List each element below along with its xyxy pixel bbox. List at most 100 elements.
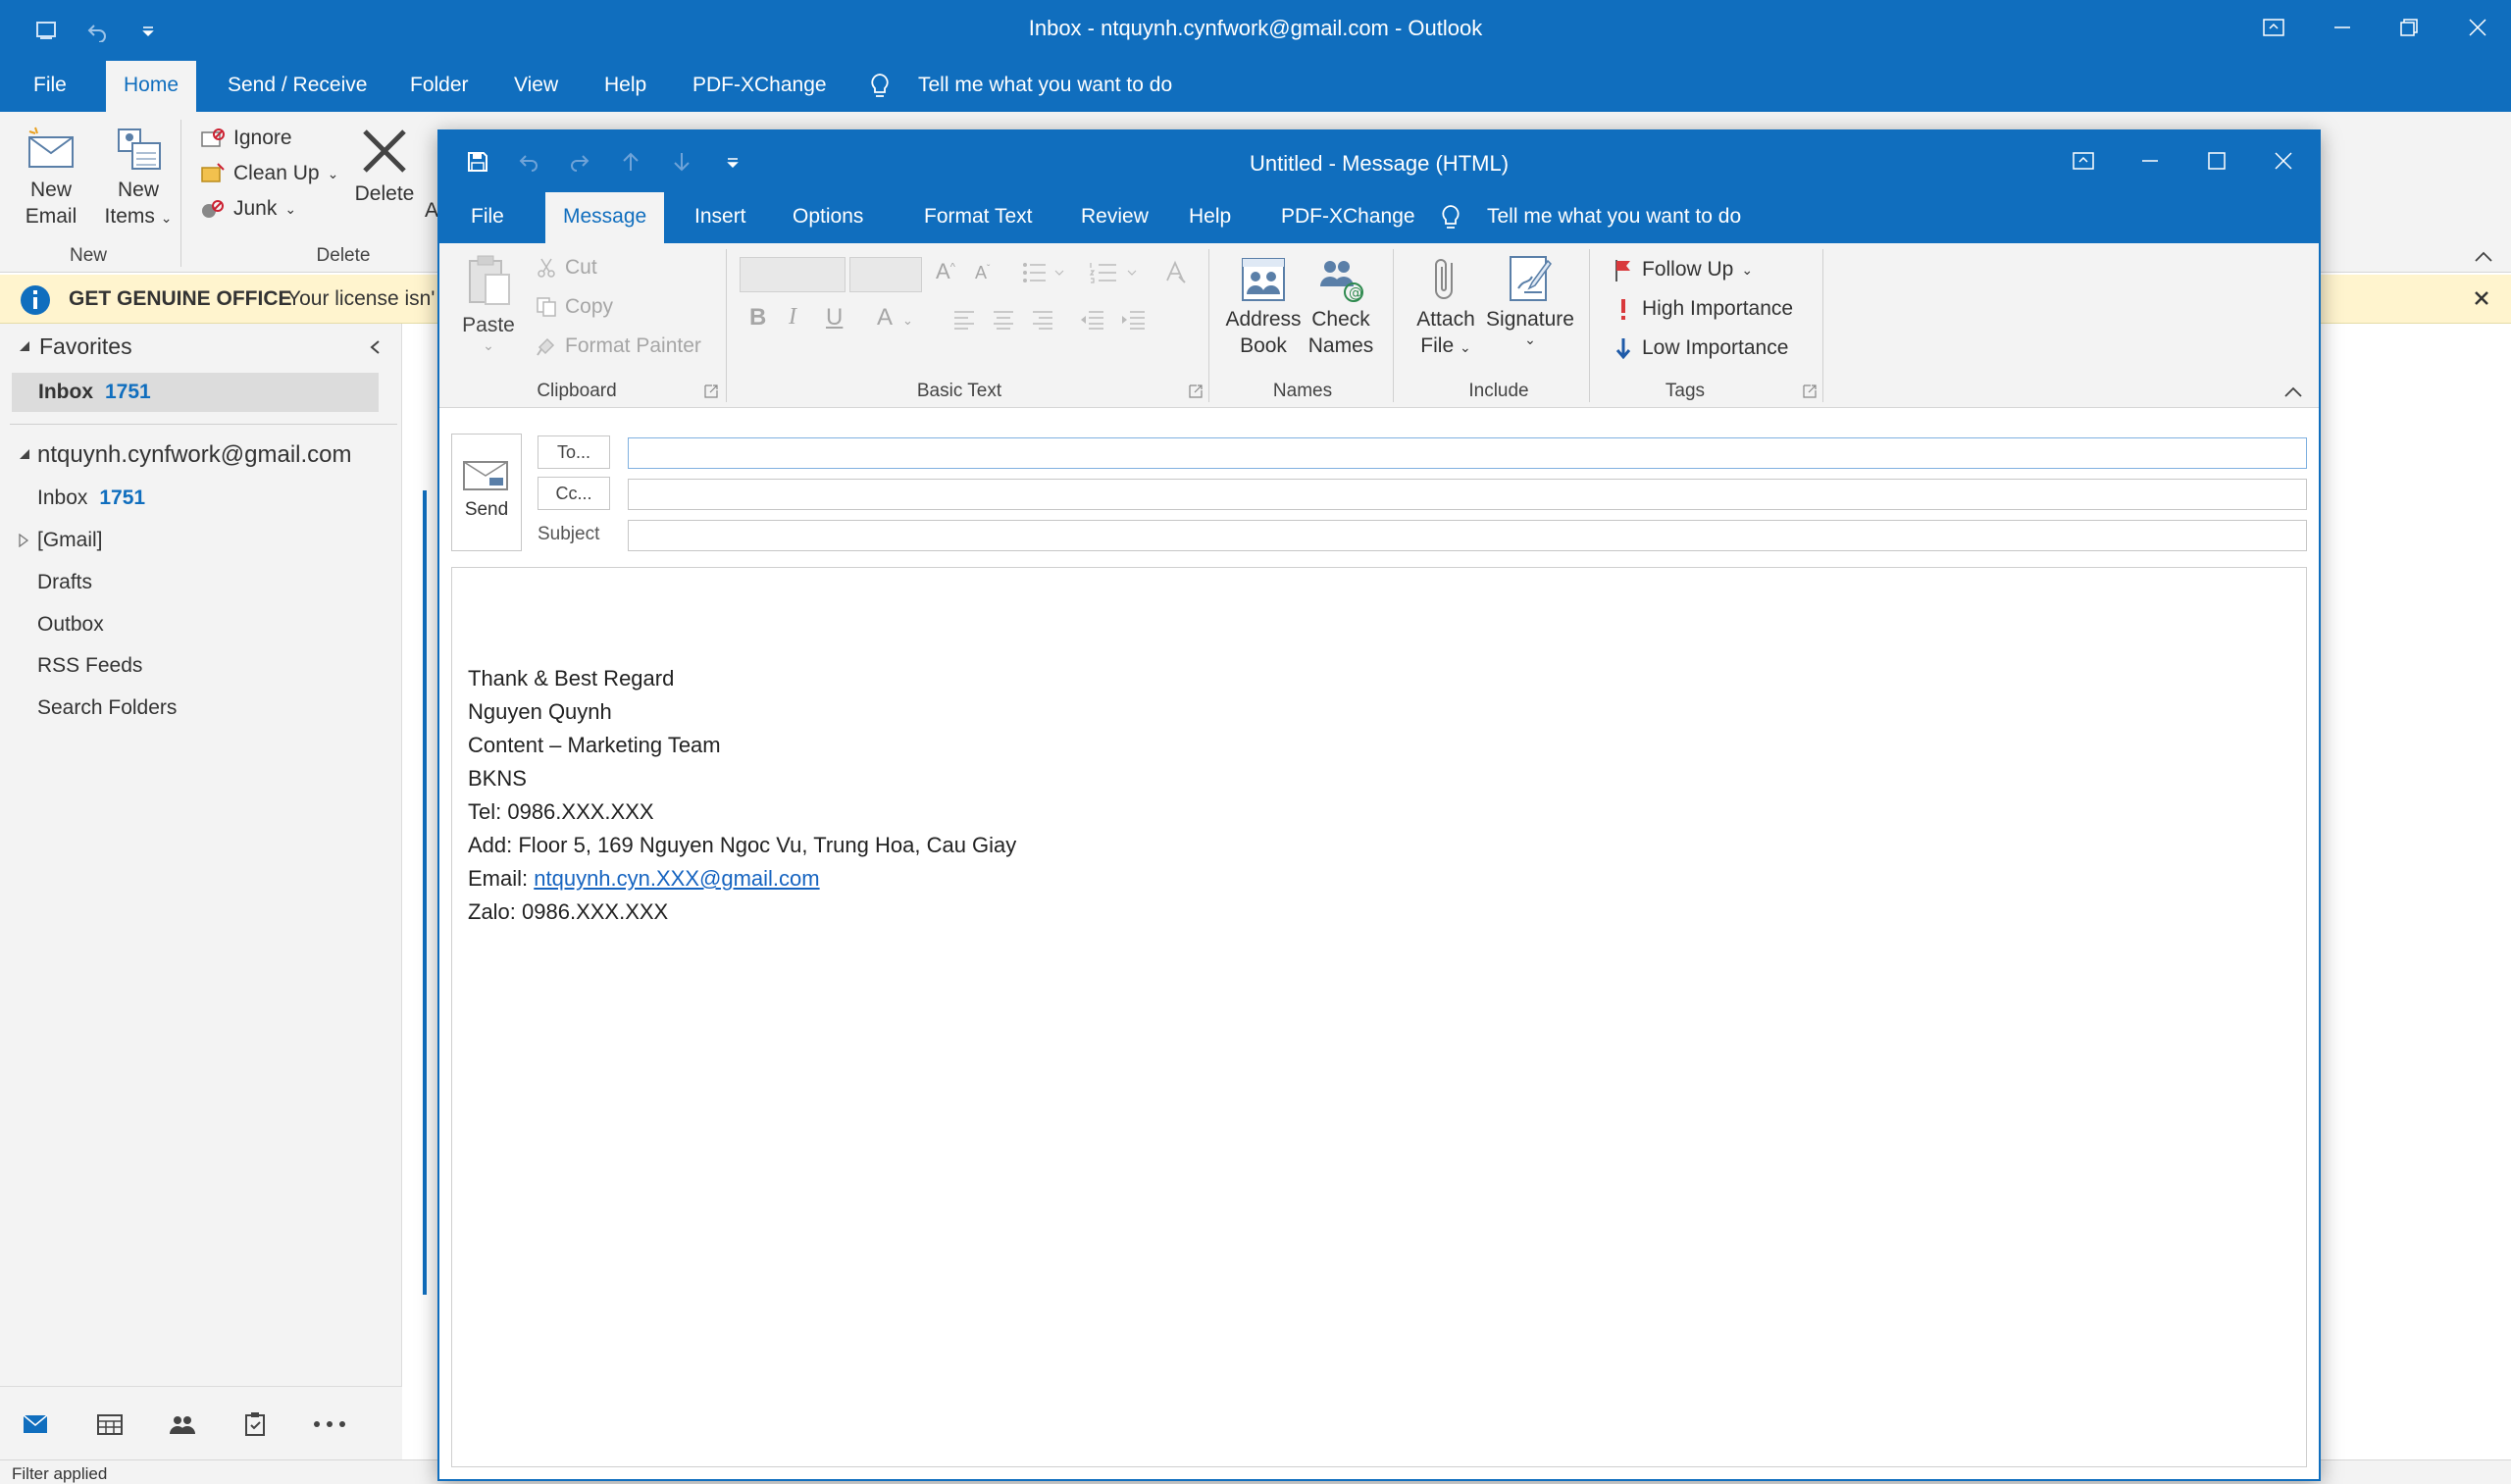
align-center-icon[interactable]	[993, 310, 1014, 330]
format-painter-button[interactable]: Format Painter	[536, 330, 701, 363]
junk-button[interactable]: Junk ⌄	[200, 192, 296, 226]
cut-button[interactable]: Cut	[536, 251, 597, 284]
favorite-inbox-item[interactable]: Inbox 1751	[12, 373, 379, 412]
tell-me-search[interactable]: Tell me what you want to do	[1469, 192, 1759, 243]
dialog-launcher-icon[interactable]	[1803, 384, 1817, 398]
folder-rss-feeds[interactable]: RSS Feeds	[37, 654, 142, 678]
collapse-triangle-icon[interactable]	[18, 447, 31, 461]
tasks-icon[interactable]	[235, 1405, 275, 1444]
folder-outbox[interactable]: Outbox	[37, 613, 104, 637]
signature-line: Tel: 0986.XXX.XXX	[468, 799, 654, 824]
favorites-header[interactable]: Favorites	[39, 333, 132, 360]
tab-send-receive[interactable]: Send / Receive	[210, 61, 384, 112]
bold-icon[interactable]: B	[749, 304, 766, 332]
chevron-left-icon[interactable]	[369, 339, 381, 355]
more-apps-icon[interactable]	[310, 1405, 349, 1444]
high-importance-button[interactable]: High Importance	[1613, 292, 1793, 326]
close-banner-icon[interactable]	[2472, 288, 2491, 308]
tab-message[interactable]: Message	[545, 192, 665, 243]
numbering-icon[interactable]	[1089, 261, 1140, 284]
follow-up-button[interactable]: Follow Up ⌄	[1613, 253, 1753, 286]
copy-button[interactable]: Copy	[536, 290, 613, 324]
tab-file[interactable]: File	[453, 192, 522, 243]
divider	[1589, 249, 1590, 402]
increase-indent-icon[interactable]	[1120, 310, 1146, 330]
junk-label: Junk	[233, 197, 278, 220]
group-basic-text-label: Basic Text	[916, 381, 1002, 401]
dialog-launcher-icon[interactable]	[704, 384, 718, 398]
font-color-icon[interactable]: A ⌄	[877, 304, 913, 332]
cc-input[interactable]	[628, 479, 2307, 510]
address-book-label-1: Address	[1225, 308, 1302, 331]
divider	[1208, 249, 1209, 402]
folder-search-folders[interactable]: Search Folders	[37, 696, 177, 720]
new-items-button[interactable]: New Items ⌄	[94, 126, 182, 231]
subject-input[interactable]	[628, 520, 2307, 551]
folder-inbox-label: Inbox	[37, 486, 88, 509]
account-header[interactable]: ntquynh.cynfwork@gmail.com	[37, 441, 351, 469]
delete-button[interactable]: Delete	[345, 126, 424, 207]
check-names-button[interactable]: @ Check Names	[1303, 253, 1379, 359]
maximize-icon[interactable]	[2189, 139, 2244, 182]
align-right-icon[interactable]	[1032, 310, 1053, 330]
folder-gmail[interactable]: [Gmail]	[37, 529, 103, 552]
shrink-font-icon[interactable]: Aˇ	[975, 263, 990, 283]
close-icon[interactable]	[2450, 6, 2505, 49]
group-clipboard-label: Clipboard	[537, 381, 617, 401]
tab-pdf-xchange[interactable]: PDF-XChange	[1263, 192, 1433, 243]
dialog-launcher-icon[interactable]	[1189, 384, 1203, 398]
ribbon-display-options-icon[interactable]	[2246, 6, 2301, 49]
mail-icon[interactable]	[16, 1405, 55, 1444]
paste-button[interactable]: Paste ⌄	[451, 253, 526, 352]
tab-view[interactable]: View	[496, 61, 576, 112]
compose-window-title: Untitled - Message (HTML)	[1249, 151, 1510, 176]
decrease-indent-icon[interactable]	[1079, 310, 1104, 330]
tab-review[interactable]: Review	[1063, 192, 1166, 243]
people-icon[interactable]	[163, 1405, 202, 1444]
font-name-dropdown[interactable]	[740, 257, 846, 292]
tab-home[interactable]: Home	[106, 61, 197, 112]
ribbon-display-options-icon[interactable]	[2056, 139, 2111, 182]
tab-help[interactable]: Help	[1171, 192, 1249, 243]
signature-button[interactable]: Signature ⌄	[1479, 253, 1581, 346]
tab-file[interactable]: File	[16, 61, 84, 112]
cc-button[interactable]: Cc...	[538, 477, 610, 510]
restore-icon[interactable]	[2382, 6, 2436, 49]
address-book-button[interactable]: Address Book	[1224, 253, 1303, 359]
tell-me-search[interactable]: Tell me what you want to do	[900, 61, 1190, 112]
italic-icon[interactable]: I	[789, 304, 796, 331]
message-body[interactable]: Thank & Best Regard Nguyen Quynh Content…	[451, 567, 2307, 1467]
calendar-icon[interactable]	[90, 1405, 129, 1444]
folder-drafts[interactable]: Drafts	[37, 571, 92, 594]
tab-format-text[interactable]: Format Text	[906, 192, 1050, 243]
email-link[interactable]: ntquynh.cyn.XXX@gmail.com	[534, 866, 819, 891]
minimize-icon[interactable]	[2315, 6, 2370, 49]
to-input[interactable]	[628, 437, 2307, 469]
ignore-button[interactable]: Ignore	[200, 122, 292, 155]
collapse-ribbon-icon[interactable]	[2283, 384, 2303, 398]
low-importance-button[interactable]: Low Importance	[1613, 332, 1788, 365]
to-button[interactable]: To...	[538, 435, 610, 469]
align-left-icon[interactable]	[953, 310, 975, 330]
underline-icon[interactable]: U	[826, 304, 843, 332]
divider	[726, 249, 727, 402]
send-button[interactable]: Send	[451, 434, 522, 551]
close-icon[interactable]	[2256, 139, 2311, 182]
font-size-dropdown[interactable]	[849, 257, 922, 292]
grow-font-icon[interactable]: A^	[936, 259, 955, 284]
tab-folder[interactable]: Folder	[392, 61, 487, 112]
folder-inbox[interactable]: Inbox 1751	[37, 486, 145, 510]
bullets-icon[interactable]	[1022, 261, 1067, 284]
expand-triangle-icon[interactable]	[18, 534, 29, 547]
tab-insert[interactable]: Insert	[677, 192, 764, 243]
tab-options[interactable]: Options	[775, 192, 881, 243]
new-email-button[interactable]: New Email	[14, 126, 88, 230]
collapse-ribbon-icon[interactable]	[2474, 249, 2493, 263]
tab-pdf-xchange[interactable]: PDF-XChange	[675, 61, 845, 112]
clear-formatting-icon[interactable]	[1163, 259, 1189, 284]
tab-help[interactable]: Help	[587, 61, 664, 112]
collapse-triangle-icon[interactable]	[18, 339, 31, 353]
attach-file-button[interactable]: Attach File ⌄	[1407, 253, 1485, 361]
clean-up-button[interactable]: Clean Up ⌄	[200, 157, 338, 190]
minimize-icon[interactable]	[2123, 139, 2178, 182]
